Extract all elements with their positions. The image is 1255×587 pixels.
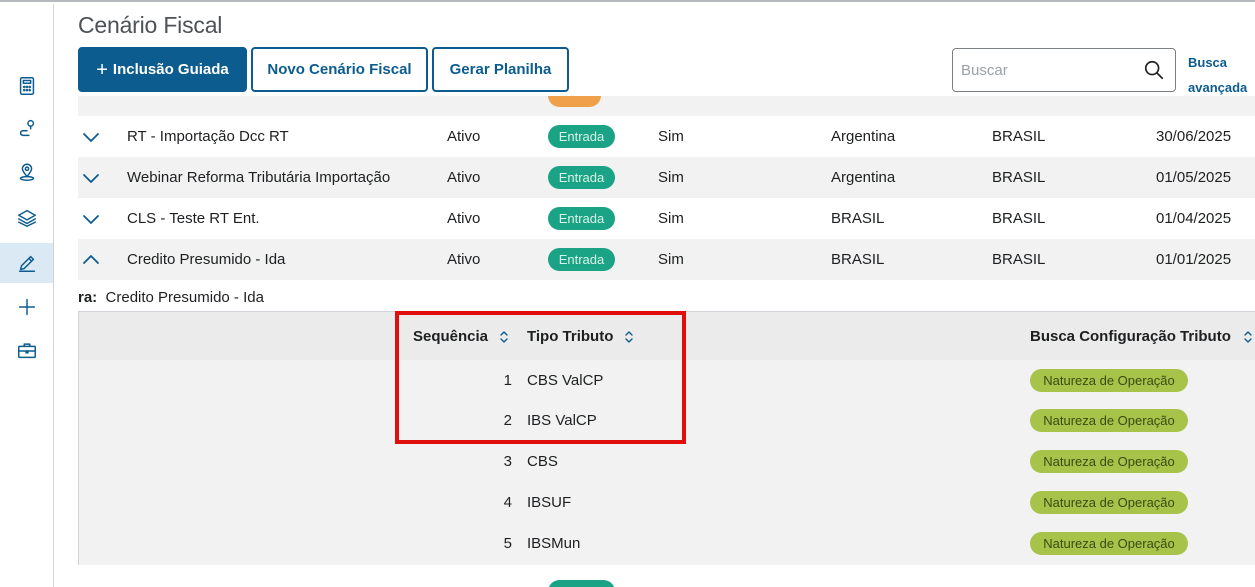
sort-icon[interactable] (498, 329, 510, 345)
seq-value: 3 (503, 453, 512, 470)
window-top-border (0, 0, 1255, 2)
subtable-row[interactable]: 4 IBSUF Natureza de Operação (79, 482, 1255, 523)
tipo-value: IBS ValCP (527, 412, 597, 429)
busca-avancada-line2: avançada (1188, 80, 1248, 95)
cenario-data: 30/06/2025 (1156, 128, 1232, 145)
route-pin-icon (19, 119, 34, 137)
table-row[interactable]: RT - Importação Dcc RT Ativo Entrada Sim… (78, 116, 1255, 157)
cenario-status: Ativo (447, 128, 481, 145)
sidebar-item-briefcase[interactable] (0, 331, 53, 371)
chevron-down-icon[interactable] (82, 169, 100, 187)
search-input[interactable] (961, 59, 1131, 81)
subtable-row[interactable]: 2 IBS ValCP Natureza de Operação (79, 400, 1255, 441)
chevron-up-icon[interactable] (82, 251, 100, 269)
cenario-flag: Sim (658, 251, 684, 268)
tipo-value: IBSMun (527, 535, 581, 552)
col-busca-config[interactable]: Busca Configuração Tributo (1030, 312, 1231, 361)
location-pin-icon (19, 163, 34, 181)
cenario-destino: BRASIL (992, 210, 1046, 227)
col-tipo-tributo[interactable]: Tipo Tributo (527, 312, 613, 361)
table-row-expanded[interactable]: Credito Presumido - Ida Ativo Entrada Si… (78, 239, 1255, 280)
status-badge-partial (548, 96, 601, 107)
table-row[interactable]: CLS - Teste RT Ent. Ativo Entrada Sim BR… (78, 198, 1255, 239)
cenario-flag: Sim (658, 210, 684, 227)
pencil-icon (18, 255, 35, 272)
seq-value: 1 (503, 372, 512, 389)
search-icon[interactable] (1143, 59, 1165, 81)
subtable-header: Sequência Tipo Tributo Busca Configuraçã… (79, 311, 1255, 360)
natureza-badge: Natureza de Operação (1030, 532, 1188, 555)
cenario-status: Ativo (447, 210, 481, 227)
sidebar-item-add[interactable] (0, 287, 53, 327)
cenario-destino: BRASIL (992, 169, 1046, 186)
natureza-badge: Natureza de Operação (1030, 409, 1188, 432)
chevron-down-icon[interactable] (82, 128, 100, 146)
seq-value: 5 (503, 535, 512, 552)
entrada-badge-partial (548, 580, 615, 587)
cenario-data: 01/05/2025 (1156, 169, 1232, 186)
cenario-destino: BRASIL (992, 251, 1046, 268)
tipo-value: CBS ValCP (527, 372, 604, 389)
detail-subtable: Sequência Tipo Tributo Busca Configuraçã… (78, 311, 1255, 565)
tipo-value: CBS (527, 453, 558, 470)
cenario-name: Webinar Reforma Tributária Importação (127, 169, 391, 186)
entrada-badge: Entrada (548, 248, 615, 271)
table-row[interactable]: Webinar Reforma Tributária Importação At… (78, 157, 1255, 198)
sidebar-item-edit[interactable] (0, 243, 53, 283)
seq-value: 4 (503, 494, 512, 511)
natureza-badge: Natureza de Operação (1030, 450, 1188, 473)
chevron-down-icon[interactable] (82, 210, 100, 228)
entrada-badge: Entrada (548, 125, 615, 148)
sort-icon[interactable] (1242, 329, 1254, 345)
busca-avancada-line1: Busca (1188, 55, 1228, 70)
cenario-status: Ativo (447, 169, 481, 186)
seq-value: 2 (503, 412, 512, 429)
cenario-status: Ativo (447, 251, 481, 268)
cenario-data: 01/04/2025 (1156, 210, 1232, 227)
plus-icon: + (96, 58, 108, 81)
sidebar-item-route[interactable] (0, 108, 53, 148)
sidebar-item-calculator[interactable] (0, 66, 53, 106)
cenario-table: RT - Importação Dcc RT Ativo Entrada Sim… (78, 96, 1255, 587)
cenario-origem: BRASIL (831, 251, 885, 268)
sidebar-item-layers[interactable] (0, 198, 53, 238)
briefcase-icon (17, 343, 36, 359)
entrada-badge: Entrada (548, 166, 615, 189)
inclusao-guiada-label: Inclusão Guiada (112, 61, 229, 78)
cenario-origem: Argentina (831, 128, 896, 145)
inclusao-guiada-button[interactable]: + Inclusão Guiada (78, 47, 247, 92)
sidebar-item-location[interactable] (0, 152, 53, 192)
sort-icon[interactable] (623, 329, 635, 345)
cenario-origem: BRASIL (831, 210, 885, 227)
cenario-origem: Argentina (831, 169, 896, 186)
subtable-row[interactable]: 1 CBS ValCP Natureza de Operação (79, 360, 1255, 401)
detail-label-prefix: ra: (78, 289, 98, 306)
page-title: Cenário Fiscal (78, 12, 223, 38)
natureza-badge: Natureza de Operação (1030, 369, 1188, 392)
natureza-badge: Natureza de Operação (1030, 491, 1188, 514)
cenario-name: RT - Importação Dcc RT (127, 128, 289, 145)
tipo-value: IBSUF (527, 494, 572, 511)
cenario-name: Credito Presumido - Ida (127, 251, 286, 268)
table-row-partial (78, 96, 1255, 116)
search-box (952, 48, 1176, 92)
cenario-name: CLS - Teste RT Ent. (127, 210, 260, 227)
cenario-data: 01/01/2025 (1156, 251, 1232, 268)
cenario-flag: Sim (658, 169, 684, 186)
entrada-badge: Entrada (548, 207, 615, 230)
subtable-row[interactable]: 3 CBS Natureza de Operação (79, 441, 1255, 482)
novo-cenario-button[interactable]: Novo Cenário Fiscal (251, 47, 428, 92)
subtable-body: 1 CBS ValCP Natureza de Operação 2 IBS V… (79, 360, 1255, 565)
layers-icon (17, 209, 36, 227)
busca-avancada-link[interactable]: Busca avançada (1188, 50, 1254, 100)
sidebar (0, 4, 54, 587)
gerar-planilha-button[interactable]: Gerar Planilha (432, 47, 569, 92)
cenario-flag: Sim (658, 128, 684, 145)
col-sequencia[interactable]: Sequência (413, 312, 488, 361)
subtable-row[interactable]: 5 IBSMun Natureza de Operação (79, 523, 1255, 564)
plus-icon (18, 298, 35, 316)
calculator-icon (19, 77, 34, 95)
detail-label-value: Credito Presumido - Ida (105, 289, 264, 306)
cenario-destino: BRASIL (992, 128, 1046, 145)
